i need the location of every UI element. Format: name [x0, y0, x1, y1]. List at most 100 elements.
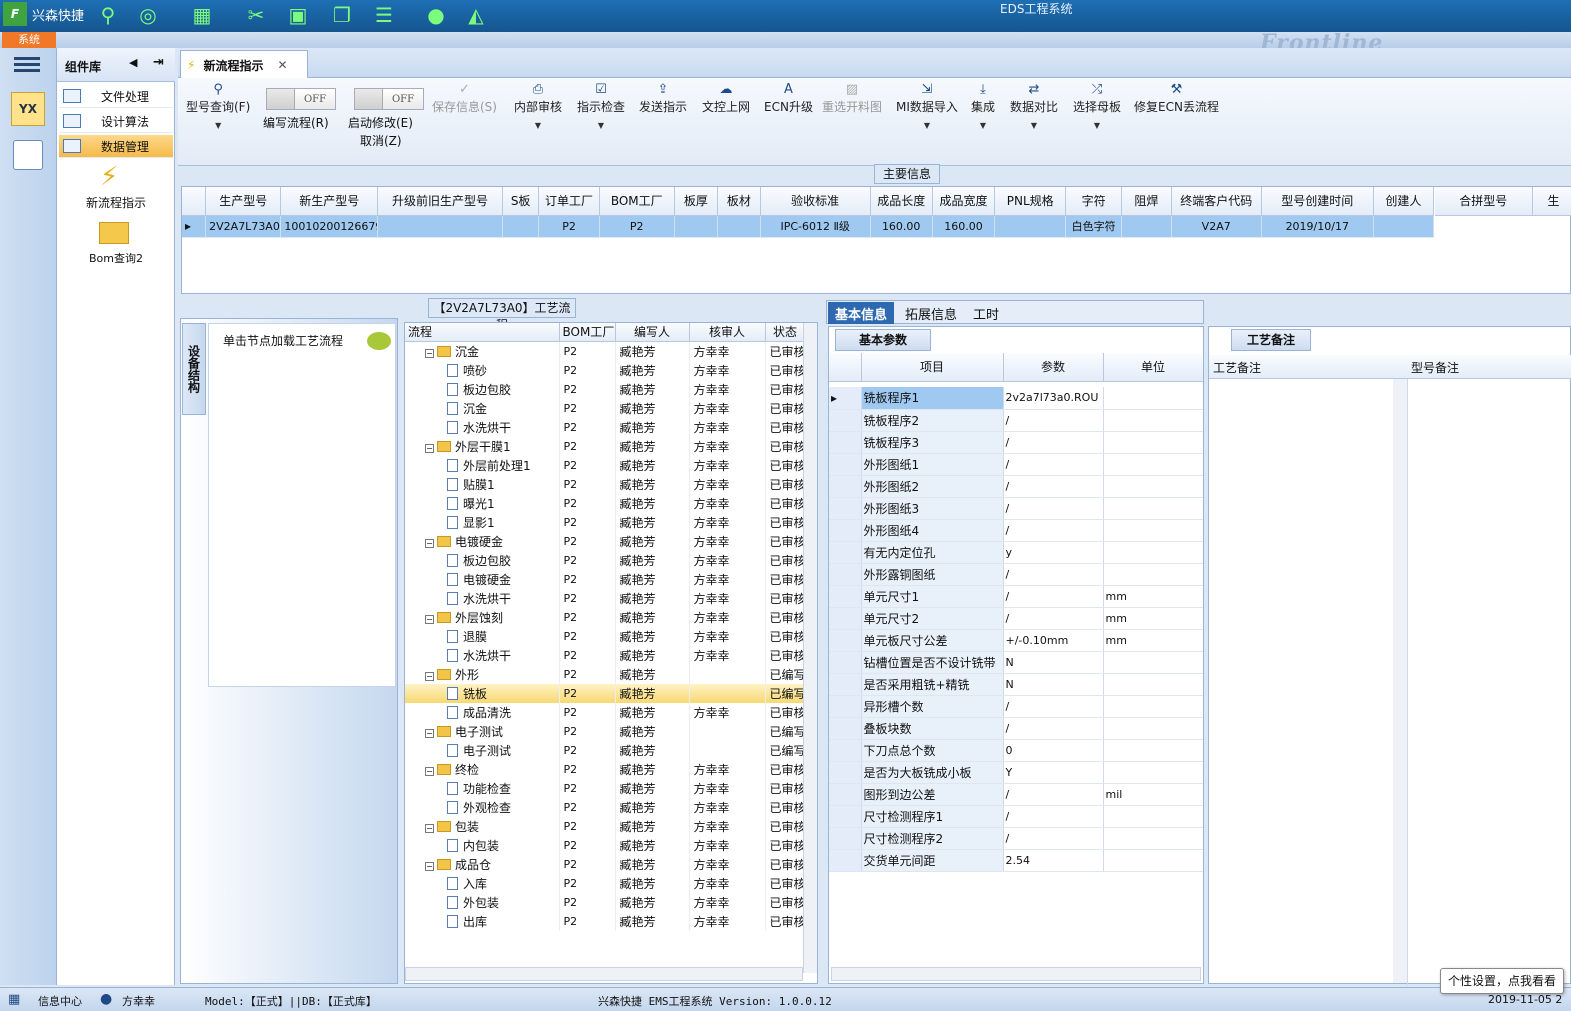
table-cell[interactable]	[1373, 215, 1435, 238]
table-cell[interactable]: 白色字符	[1065, 215, 1123, 238]
tree-row[interactable]: 水洗烘干 P2 臧艳芳 方幸幸 已审核	[405, 645, 806, 665]
check-instruction-button[interactable]: ☑ 指示检查 ▼	[577, 82, 625, 130]
column-header[interactable]: 生产型号	[205, 187, 282, 216]
collapse-icon[interactable]: −	[425, 766, 434, 776]
tree-row[interactable]: − 外层蚀刻 P2 臧艳芳 方幸幸 已审核	[405, 607, 806, 627]
select-master-board-button[interactable]: ⤮ 选择母板 ▼	[1073, 82, 1121, 130]
column-header[interactable]: 流程	[405, 323, 560, 342]
collapse-icon[interactable]: −	[425, 538, 434, 548]
table-cell[interactable]	[502, 215, 540, 238]
param-row[interactable]: ▸ 铣板程序1 2v2a7l73a0.ROU	[829, 387, 1203, 410]
tree-row[interactable]: 板边包胶 P2 臧艳芳 方幸幸 已审核	[405, 550, 806, 570]
lightning-icon[interactable]: ⚡	[100, 162, 118, 192]
param-row[interactable]: 图形到边公差 / mil	[829, 783, 1203, 806]
table-cell[interactable]	[377, 215, 503, 238]
write-process-toggle[interactable]: OFF	[266, 88, 336, 110]
column-header[interactable]: 状态	[765, 323, 806, 342]
table-cell[interactable]: 2019/10/17	[1261, 215, 1374, 238]
sidebar-item-data[interactable]: 数据管理	[59, 135, 173, 158]
user-icon[interactable]: ●	[422, 2, 450, 28]
param-row[interactable]: 单元板尺寸公差 +/-0.10mm mm	[829, 629, 1203, 652]
tree-row[interactable]: − 电子测试 P2 臧艳芳 已编写	[405, 721, 806, 741]
column-header[interactable]: 单位	[1103, 353, 1203, 382]
column-header[interactable]: 生	[1532, 187, 1571, 216]
tree-row[interactable]: 显影1 P2 臧艳芳 方幸幸 已审核	[405, 512, 806, 532]
tree-row[interactable]: 功能检查 P2 臧艳芳 方幸幸 已审核	[405, 778, 806, 798]
scissors-icon[interactable]: ✂	[242, 2, 270, 28]
copy-icon[interactable]: ❐	[328, 2, 356, 28]
cancel-label[interactable]: 取消(Z)	[360, 132, 402, 149]
integrate-button[interactable]: ⤓ 集成 ▼	[971, 82, 995, 130]
tree-row[interactable]: − 外层干膜1 P2 臧艳芳 方幸幸 已审核	[405, 436, 806, 456]
param-row[interactable]: 外形露铜图纸 /	[829, 563, 1203, 586]
column-header[interactable]: 合拼型号	[1435, 187, 1533, 216]
table-cell[interactable]: 160.00	[932, 215, 996, 238]
collapse-icon[interactable]: −	[425, 671, 434, 681]
column-header[interactable]: 订单工厂	[538, 187, 600, 216]
calendar-icon[interactable]	[13, 140, 43, 170]
table-cell[interactable]: 160.00	[870, 215, 933, 238]
param-row[interactable]: 钻槽位置是否不设计铣带 N	[829, 651, 1203, 674]
param-row[interactable]: 单元尺寸2/mm	[829, 607, 1203, 630]
collapse-icon[interactable]: −	[425, 348, 434, 358]
vertical-scrollbar[interactable]	[803, 323, 817, 973]
param-row[interactable]: 是否采用粗铣+精铣 N	[829, 673, 1203, 696]
column-header[interactable]: 型号创建时间	[1261, 187, 1374, 216]
table-cell[interactable]: P2	[538, 215, 600, 238]
column-header[interactable]: 阻焊	[1121, 187, 1172, 216]
table-cell[interactable]: IPC-6012 Ⅱ级	[760, 215, 871, 238]
param-row[interactable]: 尺寸检测程序1/	[829, 805, 1203, 828]
tab-work-hours[interactable]: 工时	[966, 302, 1006, 324]
process-notes-tab[interactable]: 工艺备注	[1231, 329, 1311, 351]
tree-row[interactable]: − 沉金 P2 臧艳芳 方幸幸 已审核	[405, 341, 806, 361]
tree-row[interactable]: 铣板 P2 臧艳芳 已编写	[405, 683, 806, 703]
sidebar-item-algorithm[interactable]: 设计算法	[59, 110, 173, 133]
tree-row[interactable]: − 包装 P2 臧艳芳 方幸幸 已审核	[405, 816, 806, 836]
tree-row[interactable]: 喷砂 P2 臧艳芳 方幸幸 已审核	[405, 360, 806, 380]
param-row[interactable]: 外形图纸4/	[829, 519, 1203, 542]
settings-tooltip[interactable]: 个性设置，点我看看	[1440, 968, 1564, 994]
tree-row[interactable]: 曝光1 P2 臧艳芳 方幸幸 已审核	[405, 493, 806, 513]
column-header[interactable]: 板材	[717, 187, 761, 216]
tree-row[interactable]: 外观检查 P2 臧艳芳 方幸幸 已审核	[405, 797, 806, 817]
column-header[interactable]: 项目	[861, 353, 1004, 382]
column-header[interactable]: BOM工厂	[599, 187, 675, 216]
system-menu-tab[interactable]: 系统	[2, 32, 56, 48]
tree-row[interactable]: 出库 P2 臧艳芳 方幸幸 已审核	[405, 911, 806, 931]
doc-control-online-button[interactable]: ☁ 文控上网	[702, 82, 750, 115]
mi-import-button[interactable]: ⇲ MI数据导入 ▼	[896, 82, 958, 130]
table-cell[interactable]: P2	[599, 215, 675, 238]
column-header[interactable]: 参数	[1003, 353, 1104, 382]
param-row[interactable]: 下刀点总个数 0	[829, 739, 1203, 762]
send-instruction-button[interactable]: ⇪ 发送指示	[639, 82, 687, 115]
globe-icon[interactable]: ◎	[134, 2, 162, 28]
param-row[interactable]: 外形图纸2/	[829, 475, 1203, 498]
vertical-scrollbar[interactable]	[1393, 379, 1407, 983]
collapse-icon[interactable]: −	[425, 614, 434, 624]
pin-icon[interactable]: ⇥	[153, 55, 164, 70]
column-header[interactable]: PNL规格	[994, 187, 1067, 216]
save-icon[interactable]: ▣	[284, 2, 312, 28]
start-modify-toggle[interactable]: OFF	[354, 88, 424, 110]
tree-row[interactable]: − 电镀硬金 P2 臧艳芳 方幸幸 已审核	[405, 531, 806, 551]
column-header[interactable]: 核审人	[689, 323, 766, 342]
ecn-upgrade-button[interactable]: A ECN升级	[764, 82, 813, 115]
table-cell[interactable]	[994, 215, 1067, 238]
param-row[interactable]: 外形图纸1/	[829, 453, 1203, 476]
tree-row[interactable]: − 终检 P2 臧艳芳 方幸幸 已审核	[405, 759, 806, 779]
internal-review-button[interactable]: ⎙ 内部审核 ▼	[514, 82, 562, 130]
fix-ecn-button[interactable]: ⚒ 修复ECN丢流程	[1134, 82, 1219, 115]
tree-row[interactable]: 电镀硬金 P2 臧艳芳 方幸幸 已审核	[405, 569, 806, 589]
close-icon[interactable]: ✕	[277, 58, 287, 72]
tree-row[interactable]: 内包装 P2 臧艳芳 方幸幸 已审核	[405, 835, 806, 855]
param-row[interactable]: 铣板程序3/	[829, 431, 1203, 454]
column-header[interactable]: 编写人	[615, 323, 690, 342]
table-cell[interactable]	[1121, 215, 1172, 238]
tree-row[interactable]: 水洗烘干 P2 臧艳芳 方幸幸 已审核	[405, 588, 806, 608]
column-header[interactable]: BOM工厂	[559, 323, 616, 342]
horizontal-scrollbar[interactable]	[831, 967, 1201, 981]
table-cell[interactable]	[717, 215, 761, 238]
tree-row[interactable]: 外包装 P2 臧艳芳 方幸幸 已审核	[405, 892, 806, 912]
collapse-left-icon[interactable]: ◀	[129, 56, 137, 69]
menu-icon[interactable]	[14, 54, 40, 76]
